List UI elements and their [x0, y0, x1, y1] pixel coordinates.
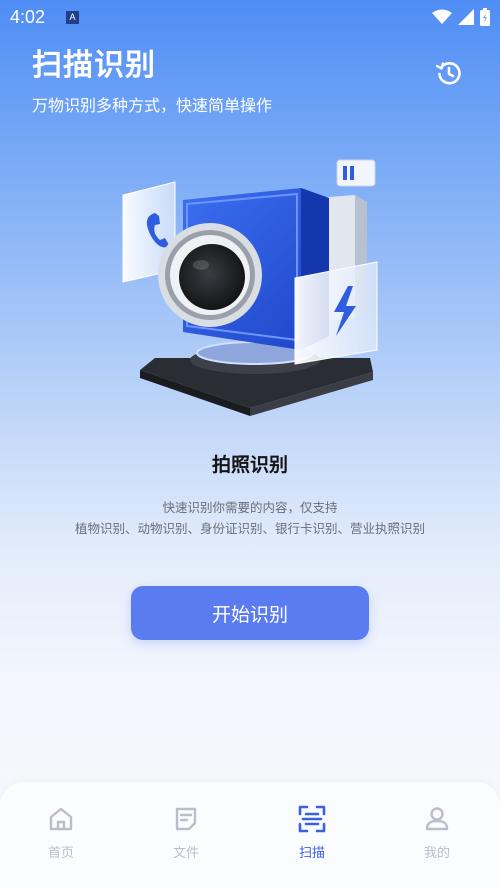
tab-scan-label: 扫描: [298, 846, 325, 861]
camera-illustration: [115, 150, 385, 420]
tab-profile-label: 我的: [423, 846, 450, 861]
profile-icon: [422, 804, 452, 834]
page-title: 扫描识别: [32, 48, 156, 83]
card-description-line-2: 植物识别、动物识别、身份证识别、银行卡识别、营业执照识别: [74, 521, 425, 536]
tab-scan[interactable]: 扫描: [272, 804, 352, 864]
home-icon: [46, 804, 76, 834]
wifi-icon: [432, 9, 452, 24]
scan-icon: [297, 804, 327, 834]
card-title: 拍照识别: [211, 454, 288, 476]
start-recognition-button[interactable]: 开始识别: [131, 586, 369, 640]
tab-home-label: 首页: [47, 846, 74, 861]
card-description-line-1: 快速识别你需要的内容，仅支持: [162, 500, 338, 515]
notification-app-icon: A: [66, 11, 79, 24]
signal-icon: [458, 9, 474, 25]
bottom-tab-bar: 首页 文件 扫描 我的: [0, 782, 500, 888]
tab-profile[interactable]: 我的: [397, 804, 477, 864]
battery-icon: [480, 8, 490, 26]
tab-files[interactable]: 文件: [146, 804, 226, 864]
status-time: 4:02: [10, 7, 46, 27]
file-icon: [171, 804, 201, 834]
status-indicators: [432, 8, 490, 26]
camera-icon: [122, 159, 378, 416]
status-bar: 4:02 A: [0, 0, 500, 34]
history-button[interactable]: [434, 58, 464, 88]
tab-files-label: 文件: [172, 846, 199, 861]
tab-home[interactable]: 首页: [21, 804, 101, 864]
card-description: 快速识别你需要的内容，仅支持 植物识别、动物识别、身份证识别、银行卡识别、营业执…: [0, 497, 500, 539]
history-icon: [435, 62, 461, 85]
page-subtitle: 万物识别多种方式，快速简单操作: [32, 96, 273, 115]
